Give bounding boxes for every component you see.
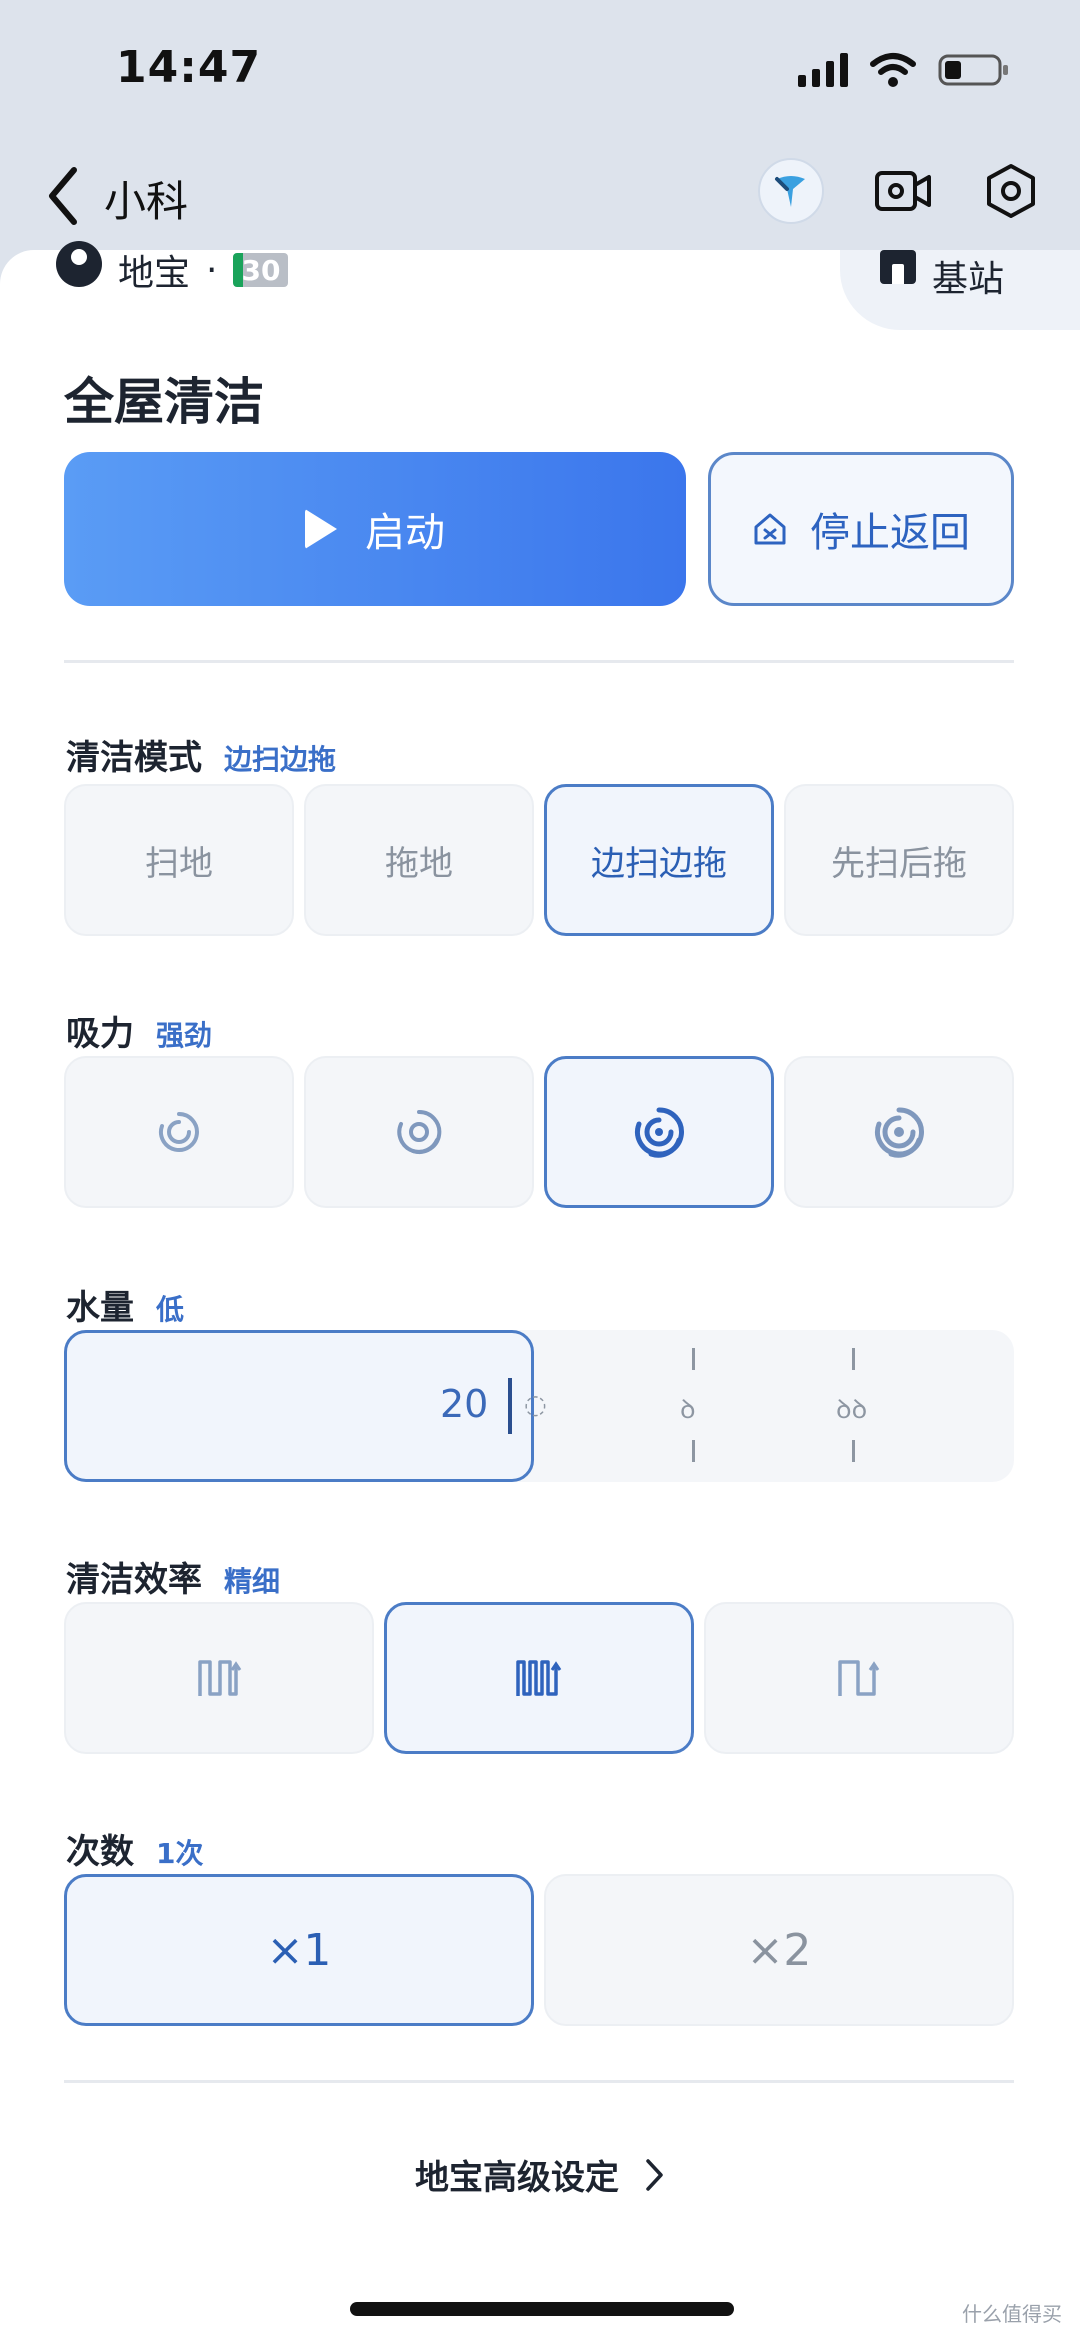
efficiency-header: 清洁效率 精细 [66,1552,280,1601]
stop-label: 停止返回 [810,510,970,556]
suction-option-strong[interactable] [544,1056,774,1208]
back-chevron-icon[interactable] [40,164,88,228]
water-drop-1-icon: ◌ [524,1390,547,1420]
robot-icon [56,241,102,287]
divider [64,660,1014,663]
water-header: 水量 低 [66,1280,184,1329]
path-pattern-icon [516,1660,562,1696]
wifi-icon [870,53,916,87]
water-drop-2-icon: ꝺ [680,1395,696,1425]
suction-selected: 强劲 [156,1019,213,1052]
water-tick [852,1440,855,1462]
mode-label: 清洁模式 [66,738,202,778]
efficiency-option-standard[interactable] [64,1602,374,1754]
status-time: 14:47 [116,42,262,93]
swirl-icon [158,1112,199,1152]
suction-label: 吸力 [66,1014,134,1054]
swirl-icon [875,1107,924,1158]
mode-option-sweep-and-mop[interactable]: 边扫边拖 [544,784,774,936]
mode-selected: 边扫边拖 [224,743,337,776]
count-selected: 1次 [156,1837,204,1870]
water-value: 20 [440,1382,489,1426]
swirl-icon [397,1109,442,1154]
device-name: 地宝 [118,253,191,294]
advanced-settings-link[interactable]: 地宝高级设定 [0,2150,1080,2199]
cleaning-card: 地宝 · 30 基站 全屋清洁 启动 停止返回 清洁模式 边扫边拖 扫地 拖地 … [0,241,1080,2339]
path-pattern-icon [838,1660,880,1696]
efficiency-option-fast[interactable] [704,1602,1014,1754]
suction-option-standard[interactable] [304,1056,534,1208]
separator: · [206,249,218,291]
base-station-tab[interactable]: 基站 [840,250,1080,330]
divider [64,2080,1014,2083]
camera-icon[interactable] [874,168,932,214]
start-label: 启动 [365,510,445,556]
mode-option-sweep[interactable]: 扫地 [64,784,294,936]
base-station-icon [880,250,916,284]
mode-option-mop[interactable]: 拖地 [304,784,534,936]
water-tick [692,1440,695,1462]
brand-logo-icon[interactable] [758,158,824,224]
stop-return-button[interactable]: 停止返回 [708,452,1014,606]
count-option-2[interactable]: ×2 [544,1874,1014,2026]
suction-option-max[interactable] [784,1056,1014,1208]
water-tick [852,1348,855,1370]
play-icon [305,509,337,549]
status-icons [798,52,1010,88]
advanced-settings-label: 地宝高级设定 [415,2158,619,2198]
water-slider-handle[interactable] [508,1378,512,1434]
water-tick [692,1348,695,1370]
nav-actions [758,158,1040,224]
signal-icon [798,53,848,87]
water-label: 水量 [66,1288,134,1328]
battery-level: 30 [233,253,289,287]
nav-title: 小科 [104,177,189,226]
nav-bar: 小科 [0,150,1080,250]
home-return-icon [754,513,786,545]
suction-option-quiet[interactable] [64,1056,294,1208]
swirl-icon [635,1107,684,1158]
settings-hexagon-icon[interactable] [982,162,1040,220]
path-pattern-icon [198,1660,242,1696]
battery-icon [938,54,1008,86]
chevron-right-icon [646,2158,663,2191]
page-title: 全屋清洁 [64,373,264,431]
mode-header: 清洁模式 边扫边拖 [66,730,336,779]
count-label: 次数 [66,1832,134,1872]
mode-option-sweep-then-mop[interactable]: 先扫后拖 [784,784,1014,936]
watermark: 什么值得买 [962,2302,1062,2326]
count-header: 次数 1次 [66,1824,203,1873]
water-drop-3-icon: ꝺꝺ [836,1395,868,1425]
device-info: 地宝 · 30 [56,241,289,294]
efficiency-selected: 精细 [224,1565,281,1598]
efficiency-option-fine[interactable] [384,1602,694,1754]
efficiency-label: 清洁效率 [66,1560,202,1600]
suction-header: 吸力 强劲 [66,1006,212,1055]
status-bar: 14:47 [0,0,1080,140]
water-selected: 低 [156,1293,185,1326]
count-option-1[interactable]: ×1 [64,1874,534,2026]
base-station-label: 基站 [932,259,1005,300]
home-indicator[interactable] [350,2302,734,2316]
start-button[interactable]: 启动 [64,452,686,606]
